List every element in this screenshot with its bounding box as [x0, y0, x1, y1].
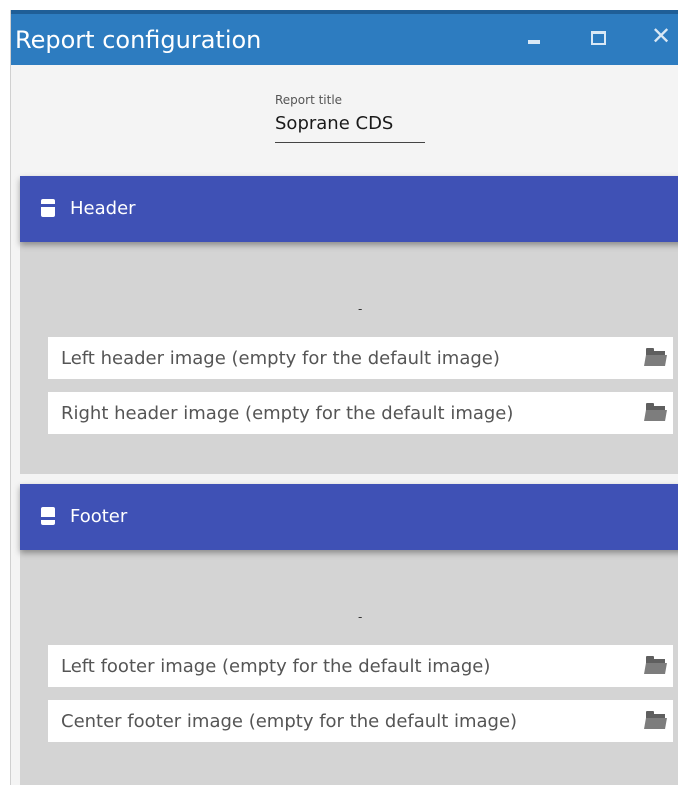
maximize-icon [591, 31, 606, 45]
footer-section-body: - [20, 550, 678, 785]
title-bar[interactable]: Report configuration ✕ [11, 10, 678, 65]
center-footer-image-input[interactable] [48, 700, 628, 742]
right-header-image-field [48, 392, 673, 434]
footer-center-placeholder: - [358, 610, 363, 624]
header-section-bar[interactable]: Header [20, 176, 678, 242]
close-icon: ✕ [651, 22, 672, 50]
right-header-image-input[interactable] [48, 392, 628, 434]
window-title: Report configuration [15, 26, 262, 54]
folder-icon[interactable] [644, 403, 667, 422]
close-button[interactable]: ✕ [635, 14, 678, 65]
minimize-button[interactable] [511, 14, 557, 65]
left-footer-image-input[interactable] [48, 645, 628, 687]
report-title-input[interactable] [275, 113, 425, 143]
header-section-label: Header [70, 198, 136, 219]
folder-icon[interactable] [644, 656, 667, 675]
folder-icon[interactable] [644, 348, 667, 367]
folder-icon[interactable] [644, 711, 667, 730]
left-header-image-input[interactable] [48, 337, 628, 379]
header-section-body: - [20, 242, 678, 474]
report-title-label: Report title [275, 93, 343, 107]
header-layout-icon [41, 199, 55, 217]
report-configuration-window: Report configuration ✕ Report title Head… [10, 10, 678, 785]
minimize-icon [528, 40, 540, 44]
center-footer-image-field [48, 700, 673, 742]
footer-section-bar[interactable]: Footer [20, 484, 678, 550]
footer-layout-icon [41, 507, 55, 525]
maximize-button[interactable] [576, 14, 622, 65]
header-center-placeholder: - [358, 302, 363, 316]
left-header-image-field [48, 337, 673, 379]
left-footer-image-field [48, 645, 673, 687]
footer-section-label: Footer [70, 506, 128, 527]
